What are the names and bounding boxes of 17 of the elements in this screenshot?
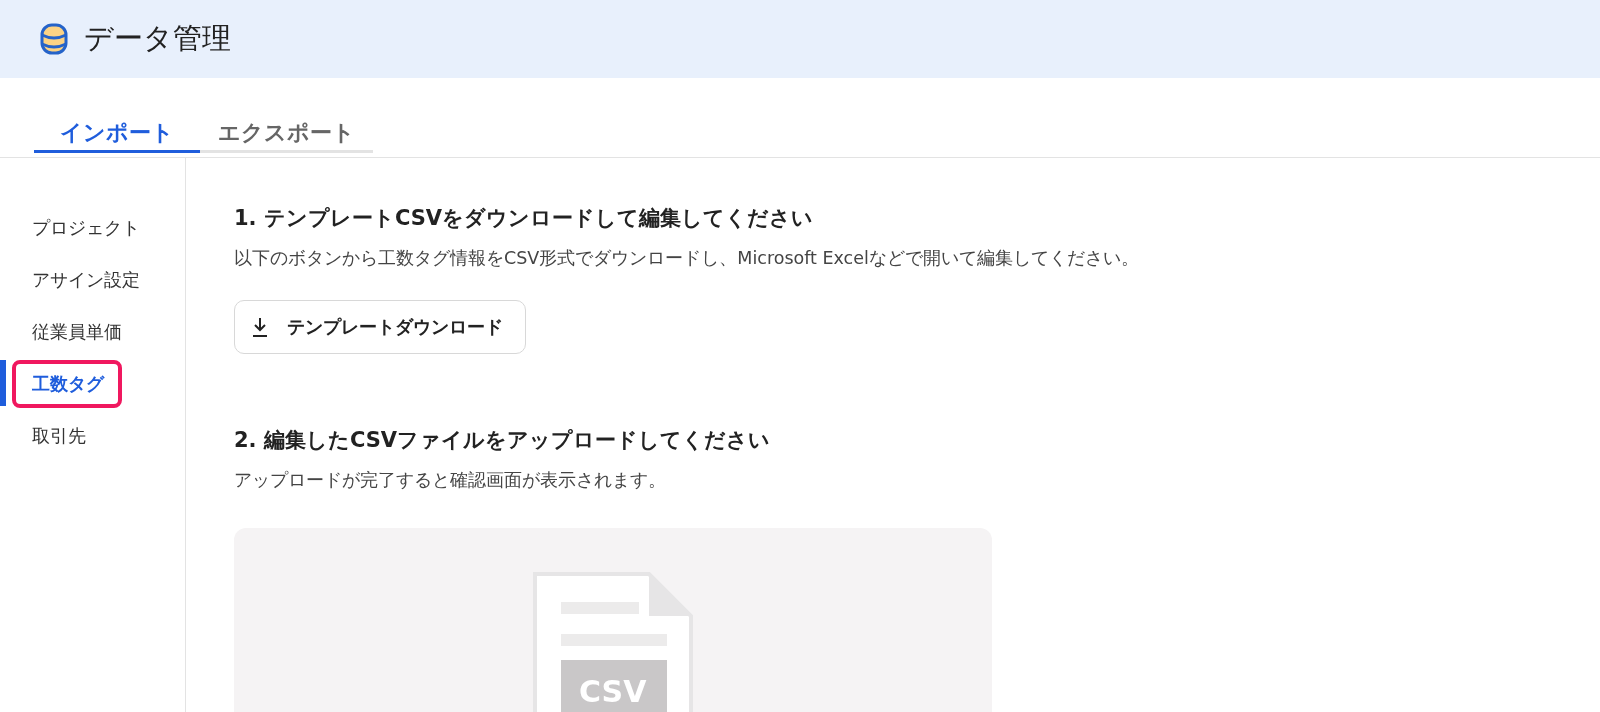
- sidebar-item[interactable]: 従業員単価: [12, 308, 140, 356]
- tab[interactable]: エクスポート: [200, 114, 373, 153]
- sidebar-item[interactable]: 取引先: [12, 412, 104, 460]
- step-description: 以下のボタンから工数タグ情報をCSV形式でダウンロードし、Microsoft Excelなどで開いて編集してください。: [234, 247, 1140, 270]
- page-title: データ管理: [84, 20, 231, 57]
- step-heading: 2. 編集したCSVファイルをアップロードしてください: [234, 427, 772, 454]
- sidebar-item[interactable]: プロジェクト: [12, 204, 158, 252]
- tab[interactable]: インポート: [34, 114, 200, 153]
- step-description: アップロードが完了すると確認画面が表示されます。: [234, 469, 667, 492]
- download-icon: [251, 317, 269, 337]
- step-heading: 1. テンプレートCSVをダウンロードして編集してください: [234, 205, 815, 232]
- selected-indicator: [0, 360, 6, 406]
- sidebar-item[interactable]: 工数タグ: [12, 360, 122, 408]
- sidebar-item[interactable]: アサイン設定: [12, 256, 158, 304]
- database-icon: [40, 23, 68, 55]
- csv-file-icon: CSV: [533, 572, 693, 712]
- download-button[interactable]: テンプレートダウンロード: [234, 300, 526, 354]
